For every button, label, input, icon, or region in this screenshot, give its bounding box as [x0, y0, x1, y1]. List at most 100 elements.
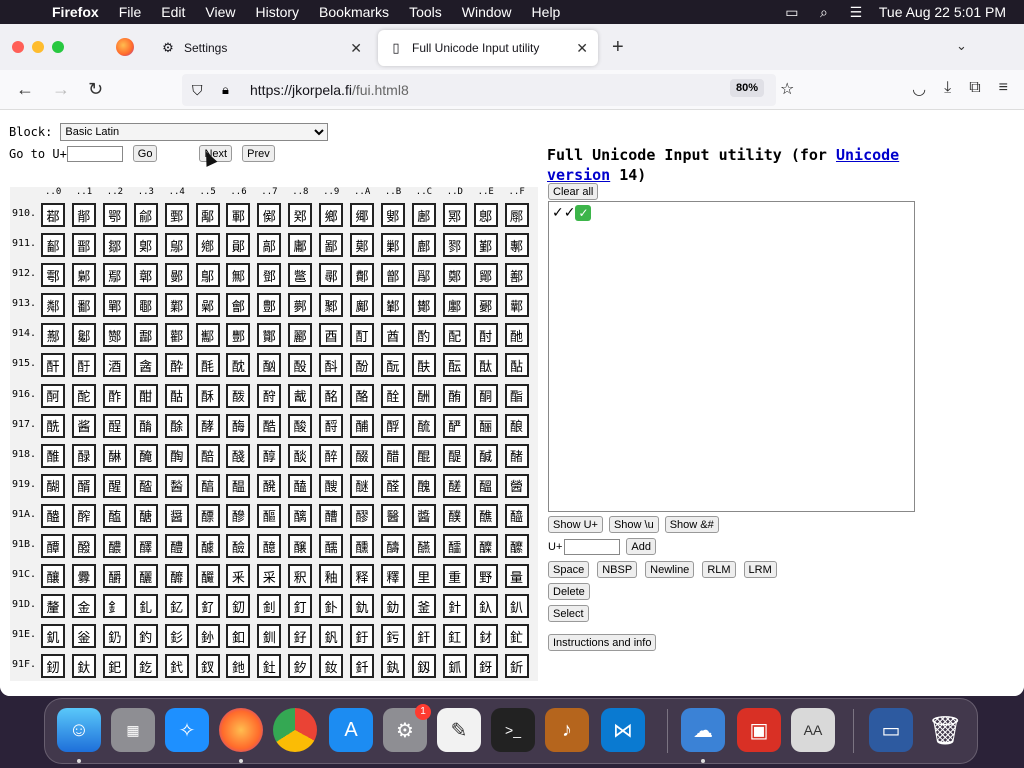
menu-file[interactable]: File — [119, 4, 142, 20]
character-cell[interactable]: 鄠 — [41, 263, 65, 288]
character-cell[interactable]: 配 — [442, 323, 467, 348]
back-arrow-icon[interactable]: ← — [16, 79, 34, 100]
character-cell[interactable]: 酴 — [164, 413, 189, 438]
character-cell[interactable]: 釻 — [380, 654, 405, 679]
system-settings-icon[interactable]: ⚙ 1 — [383, 704, 431, 752]
character-cell[interactable]: 鄥 — [195, 263, 220, 288]
character-cell[interactable]: 酻 — [380, 413, 405, 438]
character-cell[interactable]: 釯 — [504, 624, 529, 649]
character-cell[interactable]: 鄋 — [380, 203, 405, 227]
character-cell[interactable]: 鄱 — [71, 293, 96, 318]
character-cell[interactable]: 酾 — [473, 413, 498, 438]
menu-bookmarks[interactable]: Bookmarks — [319, 4, 389, 20]
menu-edit[interactable]: Edit — [161, 4, 185, 20]
output-textarea[interactable]: ✓✓ ✓ — [548, 201, 915, 512]
character-cell[interactable]: 針 — [442, 594, 467, 619]
character-cell[interactable]: 醇 — [257, 443, 282, 468]
character-cell[interactable]: 野 — [473, 564, 498, 589]
newline-button[interactable]: Newline — [645, 561, 695, 578]
character-cell[interactable]: 釀 — [41, 564, 65, 589]
character-cell[interactable]: 醱 — [71, 534, 96, 559]
character-cell[interactable]: 金 — [71, 594, 96, 619]
character-cell[interactable]: 酯 — [504, 383, 529, 408]
character-cell[interactable]: 釼 — [411, 654, 436, 679]
character-cell[interactable]: 酅 — [195, 323, 220, 348]
character-cell[interactable]: 酤 — [164, 383, 189, 408]
character-cell[interactable]: 鄌 — [411, 203, 436, 227]
tracking-shield-icon[interactable]: ⛉ — [192, 82, 210, 99]
character-cell[interactable]: 釪 — [350, 624, 374, 649]
character-cell[interactable]: 醪 — [350, 503, 374, 528]
character-cell[interactable]: 鄎 — [473, 203, 498, 227]
show-backslash-u-button[interactable]: Show \u — [608, 516, 659, 533]
character-cell[interactable]: 釂 — [102, 564, 127, 589]
character-cell[interactable]: 酑 — [71, 353, 96, 378]
chrome-icon[interactable] — [273, 708, 317, 752]
character-cell[interactable]: 酦 — [226, 383, 251, 408]
zoom-window-button[interactable] — [52, 41, 64, 53]
character-cell[interactable]: 釭 — [442, 624, 467, 649]
character-cell[interactable]: 酹 — [319, 413, 344, 438]
character-cell[interactable]: 醀 — [41, 443, 65, 468]
character-cell[interactable]: 醋 — [380, 443, 405, 468]
lrm-button[interactable]: LRM — [743, 561, 777, 578]
character-cell[interactable]: 釋 — [380, 564, 405, 589]
character-cell[interactable]: 酷 — [257, 413, 282, 438]
tab-unicode-input[interactable]: ▯ Full Unicode Input utility ✕ — [378, 30, 598, 66]
character-cell[interactable]: 鄳 — [133, 293, 158, 318]
character-cell[interactable]: 里 — [411, 564, 436, 589]
character-cell[interactable]: 鄆 — [226, 203, 251, 227]
character-cell[interactable]: 鄡 — [71, 263, 96, 288]
character-cell[interactable]: 鄔 — [164, 233, 189, 258]
vscode-icon[interactable]: ⋈ — [601, 708, 645, 752]
character-cell[interactable]: 醖 — [226, 473, 251, 498]
add-button[interactable]: Add — [626, 538, 656, 555]
character-cell[interactable]: 醰 — [41, 534, 65, 559]
character-cell[interactable]: 酛 — [380, 353, 405, 378]
character-cell[interactable]: 釒 — [102, 594, 127, 619]
character-cell[interactable]: 鄵 — [195, 293, 220, 318]
character-cell[interactable]: 醓 — [133, 473, 158, 498]
character-cell[interactable]: 醈 — [288, 443, 313, 468]
firefox-view-icon[interactable] — [116, 38, 134, 56]
show-uplus-button[interactable]: Show U+ — [548, 516, 603, 533]
chevron-down-icon[interactable]: ⌄ — [956, 38, 967, 54]
character-cell[interactable]: 鄽 — [442, 293, 467, 318]
character-cell[interactable]: 酧 — [257, 383, 282, 408]
character-cell[interactable]: 醽 — [442, 534, 467, 559]
character-cell[interactable]: 鄾 — [473, 293, 498, 318]
character-cell[interactable]: 醤 — [164, 503, 189, 528]
finder-icon[interactable]: ☺ — [57, 708, 101, 752]
zoom-level-badge[interactable]: 80% — [730, 79, 765, 97]
character-cell[interactable]: 醩 — [319, 503, 344, 528]
character-cell[interactable]: 重 — [442, 564, 467, 589]
character-cell[interactable]: 酨 — [288, 383, 313, 408]
character-cell[interactable]: 酿 — [504, 413, 529, 438]
minimize-window-button[interactable] — [32, 41, 44, 53]
character-cell[interactable]: 醔 — [164, 473, 189, 498]
character-cell[interactable]: 鄀 — [41, 203, 65, 227]
character-cell[interactable]: 鄜 — [411, 233, 436, 258]
character-cell[interactable]: 酙 — [319, 353, 344, 378]
character-cell[interactable]: 醕 — [195, 473, 220, 498]
character-cell[interactable]: 酵 — [195, 413, 220, 438]
character-cell[interactable]: 酋 — [380, 323, 405, 348]
new-tab-plus-icon[interactable]: + — [612, 36, 624, 59]
character-cell[interactable]: 酣 — [133, 383, 158, 408]
character-cell[interactable]: 釁 — [71, 564, 96, 589]
character-cell[interactable]: 鄏 — [504, 203, 529, 227]
character-cell[interactable]: 醍 — [442, 443, 467, 468]
character-cell[interactable]: 鄿 — [504, 293, 529, 318]
character-cell[interactable]: 釆 — [226, 564, 251, 589]
character-cell[interactable]: 醦 — [226, 503, 251, 528]
character-cell[interactable]: 釰 — [41, 654, 65, 679]
character-cell[interactable]: 釚 — [350, 594, 374, 619]
character-cell[interactable]: 釕 — [195, 594, 220, 619]
character-cell[interactable]: 鄞 — [473, 233, 498, 258]
character-cell[interactable]: 醄 — [164, 443, 189, 468]
character-cell[interactable]: 酃 — [133, 323, 158, 348]
character-cell[interactable]: 酟 — [504, 353, 529, 378]
character-cell[interactable]: 酌 — [411, 323, 436, 348]
character-cell[interactable]: 醁 — [71, 443, 96, 468]
textedit-icon[interactable]: ✎ — [437, 708, 481, 752]
